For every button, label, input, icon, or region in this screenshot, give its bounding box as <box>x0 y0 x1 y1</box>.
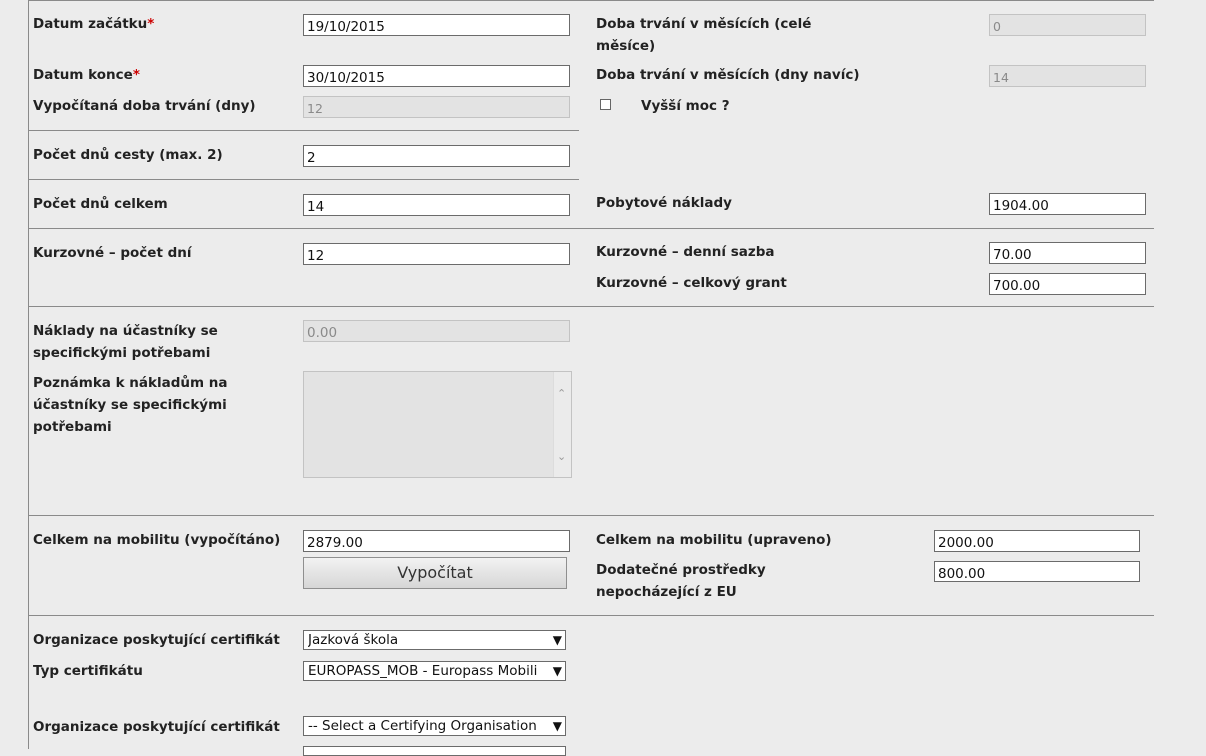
divider <box>28 615 1154 616</box>
cert-type-label: Typ certifikátu <box>33 663 143 679</box>
special-needs-note-label: Poznámka k nákladům na účastníky se spec… <box>33 375 228 435</box>
travel-days-label: Počet dnů cesty (max. 2) <box>33 147 223 163</box>
months-extra-label: Doba trvání v měsících (dny navíc) <box>596 67 860 83</box>
left-border-line <box>28 0 29 749</box>
calc-duration-label: Vypočítaná doba trvání (dny) <box>33 98 256 114</box>
divider <box>28 130 579 131</box>
travel-days-input[interactable]: 2 <box>303 145 570 167</box>
special-needs-label: Náklady na účastníky se specifickými pot… <box>33 323 218 361</box>
cert-org-label: Organizace poskytující certifikát <box>33 632 280 648</box>
textarea-scrollbar[interactable]: ⌃ ⌄ <box>553 372 571 477</box>
extra-funds-label: Dodatečné prostředky nepocházející z EU <box>596 562 766 600</box>
subsistence-input[interactable]: 1904.00 <box>989 193 1146 215</box>
course-days-input[interactable]: 12 <box>303 243 570 265</box>
total-adjusted-input[interactable]: 2000.00 <box>934 530 1140 552</box>
divider <box>28 228 1154 229</box>
chevron-down-icon[interactable]: ⌄ <box>557 451 566 462</box>
divider <box>28 306 1154 307</box>
start-date-label: Datum začátku* <box>33 16 155 32</box>
required-mark: * <box>147 16 155 32</box>
chevron-down-icon: ▼ <box>552 664 562 678</box>
months-full-input: 0 <box>989 14 1146 36</box>
force-majeure-checkbox[interactable] <box>600 99 611 110</box>
start-date-input[interactable]: 19/10/2015 <box>303 14 570 36</box>
extra-funds-input[interactable]: 800.00 <box>934 561 1140 582</box>
divider <box>28 515 1154 516</box>
calc-duration-input: 12 <box>303 96 570 118</box>
course-rate-input[interactable]: 70.00 <box>989 242 1146 264</box>
cert-type-select[interactable]: EUROPASS_MOB - Europass Mobili ▼ <box>303 661 566 681</box>
calculate-button[interactable]: Vypočítat <box>303 557 567 589</box>
total-calc-label: Celkem na mobilitu (vypočítáno) <box>33 532 281 548</box>
end-date-label: Datum konce* <box>33 67 140 83</box>
chevron-down-icon: ▼ <box>552 633 562 647</box>
total-calc-input[interactable]: 2879.00 <box>303 530 570 552</box>
cert-org2-label: Organizace poskytující certifikát <box>33 719 280 735</box>
chevron-down-icon: ▼ <box>552 719 562 733</box>
divider <box>28 179 579 180</box>
top-divider <box>28 0 1154 1</box>
cert-org-select[interactable]: Jazková škola ▼ <box>303 630 566 650</box>
special-needs-input: 0.00 <box>303 320 570 342</box>
months-extra-input: 14 <box>989 65 1146 87</box>
cert-org2-select[interactable]: -- Select a Certifying Organisation ▼ <box>303 716 566 736</box>
chevron-up-icon[interactable]: ⌃ <box>557 388 566 399</box>
end-date-input[interactable]: 30/10/2015 <box>303 65 570 87</box>
course-rate-label: Kurzovné – denní sazba <box>596 244 775 260</box>
subsistence-label: Pobytové náklady <box>596 195 732 211</box>
total-adjusted-label: Celkem na mobilitu (upraveno) <box>596 532 832 548</box>
course-total-label: Kurzovné – celkový grant <box>596 275 787 291</box>
total-days-label: Počet dnů celkem <box>33 196 168 212</box>
required-mark: * <box>132 67 140 83</box>
special-needs-note-textarea[interactable]: ⌃ ⌄ <box>303 371 572 478</box>
course-days-label: Kurzovné – počet dní <box>33 245 192 261</box>
cert-extra-field[interactable] <box>303 746 566 756</box>
force-majeure-label: Vyšší moc ? <box>641 98 730 114</box>
total-days-input[interactable]: 14 <box>303 194 570 216</box>
months-full-label: Doba trvání v měsících (celé měsíce) <box>596 16 812 54</box>
course-total-input[interactable]: 700.00 <box>989 273 1146 295</box>
